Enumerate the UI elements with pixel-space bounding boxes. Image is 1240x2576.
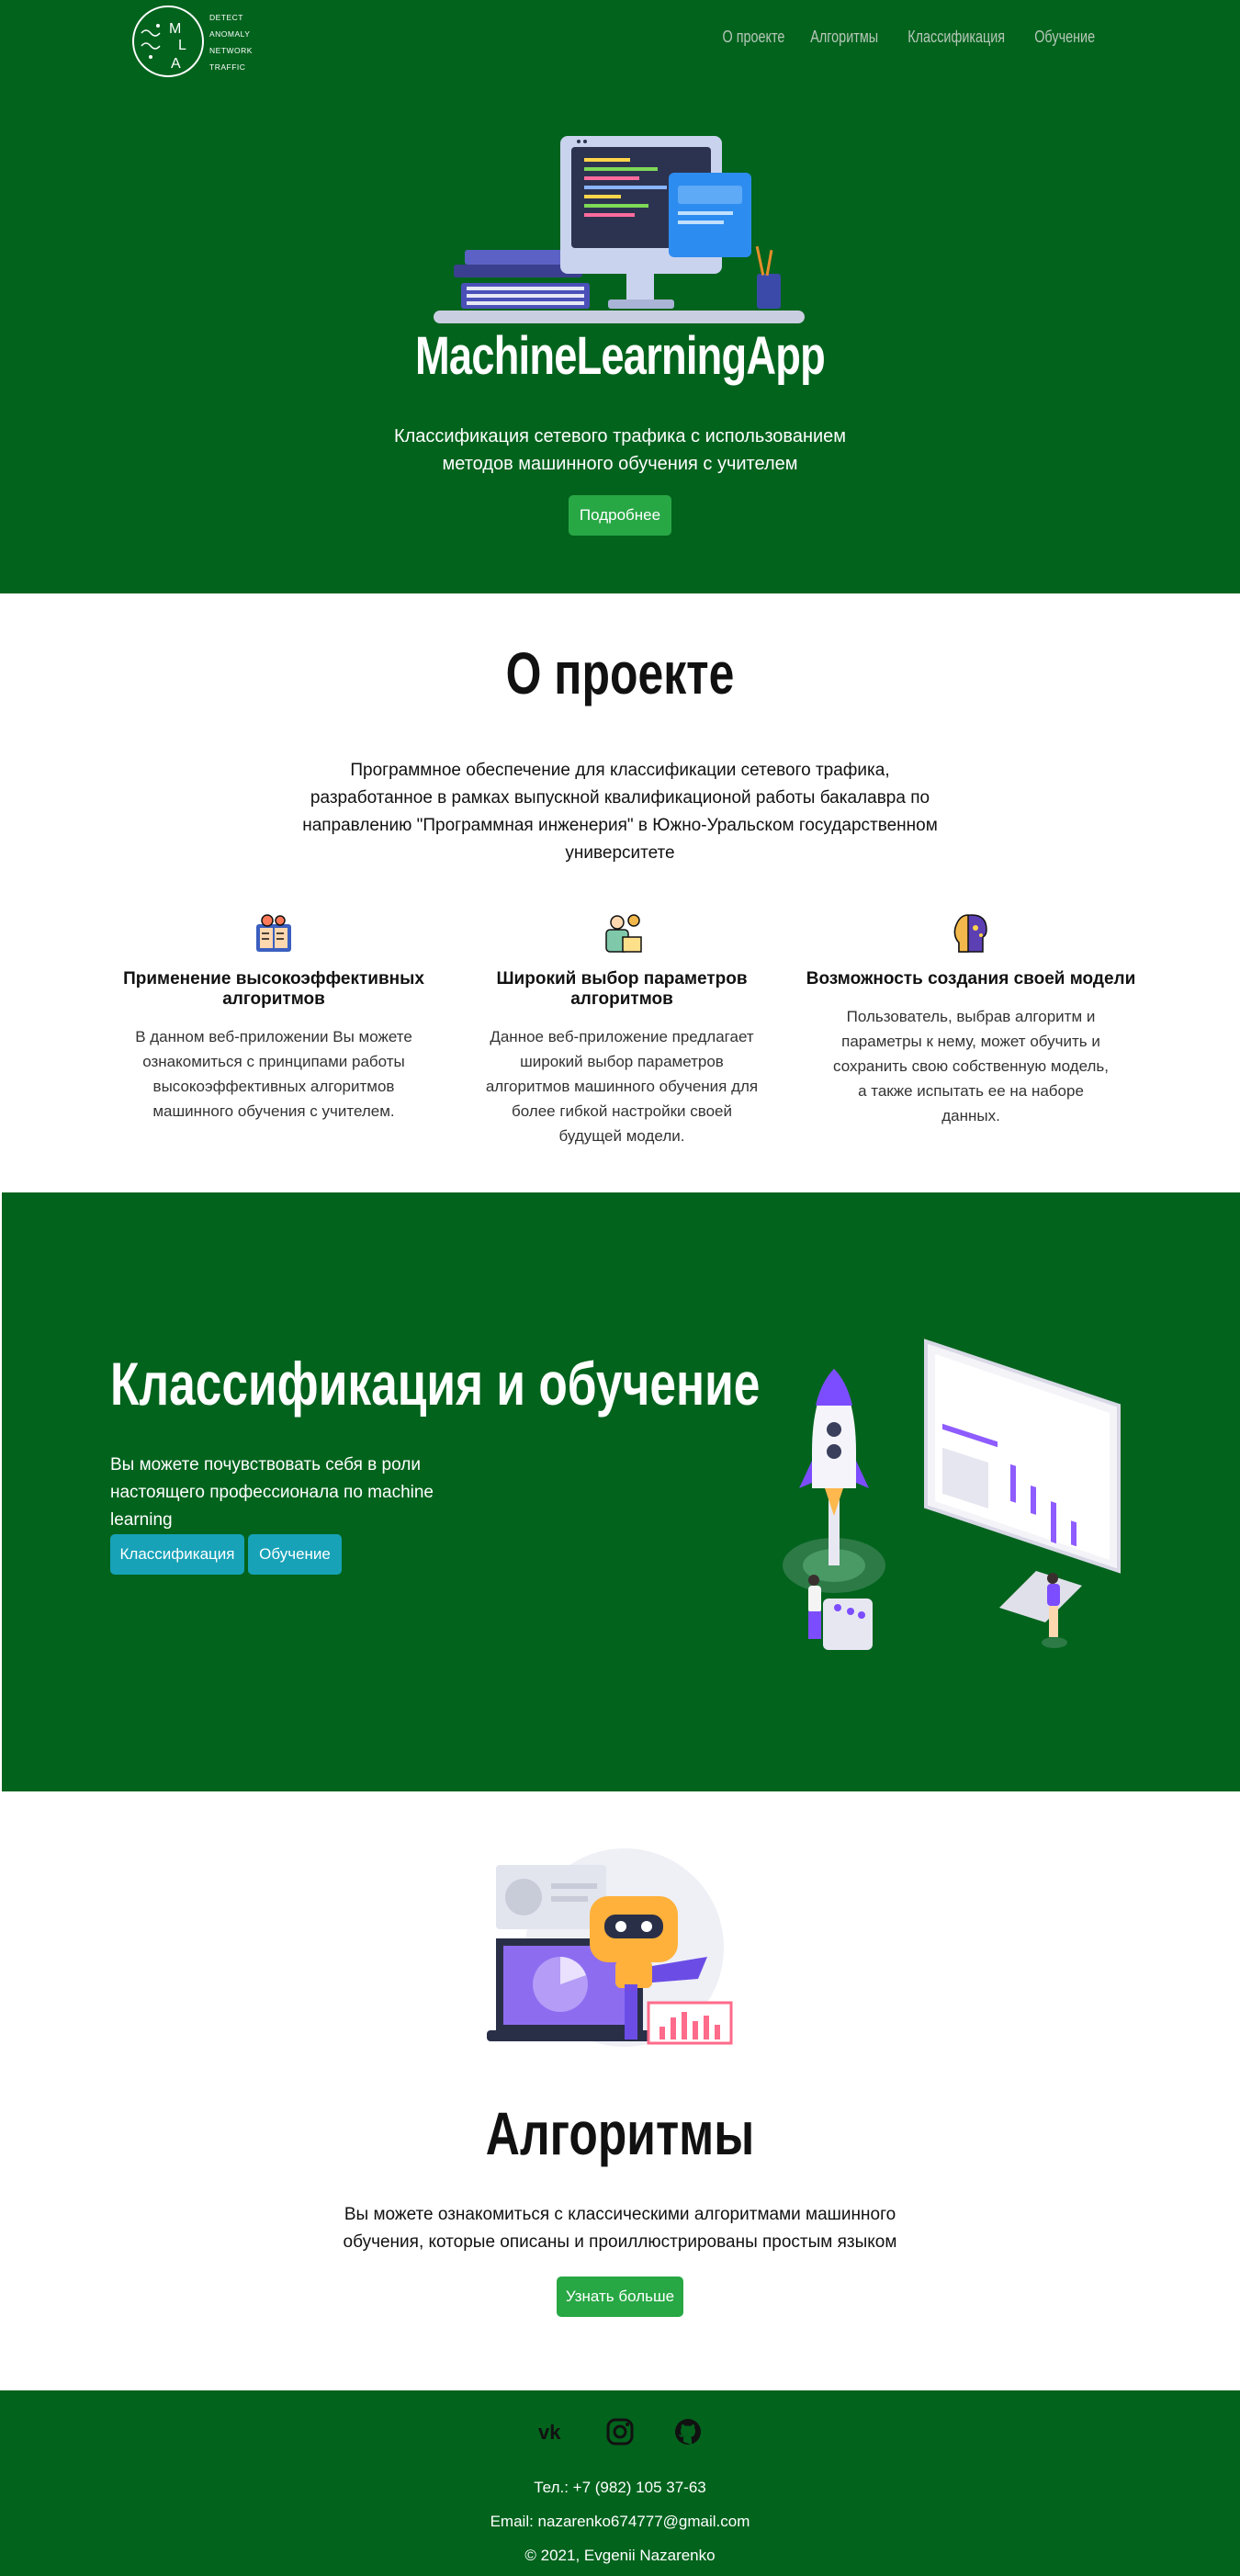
footer-phone: Тел.: +7 (982) 105 37-63 [534,2479,706,2496]
logo-letter-l: L [178,38,186,53]
site-logo[interactable]: M L A DETECT ANOMALY NETWORK TRAFFIC [132,6,261,79]
more-button[interactable]: Подробнее [569,495,671,536]
github-icon[interactable] [672,2416,704,2447]
classification-text: Вы можете почувствовать себя в роли наст… [110,1455,434,1530]
nav-link-classification[interactable]: Классификация [908,28,1006,47]
hero-subtitle: Классификация сетевого трафика с использ… [393,426,847,474]
workspace-illustration [434,136,805,323]
logo-word: ANOMALY [209,29,251,39]
main-nav: О проекте Алгоритмы Классификация Обучен… [715,28,1102,47]
feature-text: В данном веб-приложении Вы можете ознако… [135,1028,412,1120]
logo-word: DETECT [209,13,243,22]
classification-button[interactable]: Классификация [110,1534,244,1575]
about-title: О проекте [505,640,735,706]
logo-letter-m: M [169,21,181,37]
feature-card: Применение высокоэффективных алгоритмов … [108,911,439,1124]
about-section: О проекте Программное обеспечение для кл… [0,593,1240,1192]
hero-section: M L A DETECT ANOMALY NETWORK TRAFFIC О п… [0,0,1240,593]
training-button[interactable]: Обучение [248,1534,342,1575]
head-brain-icon [953,914,987,953]
rocket-dashboard-illustration [783,1339,1121,1650]
classification-title: Классификация и обучение [110,1350,761,1418]
logo-word: TRAFFIC [209,62,246,72]
classification-section: Классификация и обучение Вы можете почув… [2,1192,1240,1791]
learn-more-button[interactable]: Узнать больше [557,2277,683,2317]
book-gears-icon [256,914,291,952]
algorithms-text: Вы можете ознакомиться с классическими а… [343,2205,897,2252]
nav-link-about[interactable]: О проекте [723,28,785,47]
social-links: vk [0,2416,1240,2447]
feature-title: Широкий выбор параметров алгоритмов [496,969,748,1009]
logo-word: NETWORK [209,46,253,55]
nav-link-training[interactable]: Обучение [1034,28,1095,47]
footer-email[interactable]: Email: nazarenko674777@gmail.com [0,2513,1240,2531]
feature-card: Возможность создания своей модели Пользо… [806,911,1136,1128]
feature-title: Применение высокоэффективных алгоритмов [123,969,424,1009]
feature-text: Пользователь, выбрав алгоритм и параметр… [833,1008,1109,1124]
logo-mark-icon: M L A [141,21,186,72]
algorithms-section: Алгоритмы Вы можете ознакомиться с класс… [0,1791,1240,2390]
nav-link-algorithms[interactable]: Алгоритмы [810,28,878,47]
feature-card: Широкий выбор параметров алгоритмов Данн… [457,911,787,1148]
instagram-icon[interactable] [604,2416,636,2447]
robot-laptop-illustration [487,1848,733,2047]
logo-letter-a: A [171,56,181,72]
svg-text:vk: vk [538,2421,561,2444]
person-settings-icon [605,914,642,953]
about-text: Программное обеспечение для классификаци… [302,761,938,863]
logo-words: DETECT ANOMALY NETWORK TRAFFIC [209,9,253,75]
vk-icon[interactable]: vk [536,2416,568,2447]
algorithms-title: Алгоритмы [485,2099,755,2167]
feature-text: Данное веб-приложение предлагает широкий… [485,1028,759,1145]
feature-title: Возможность создания своей модели [806,969,1136,989]
hero-title: MachineLearningApp [415,326,826,386]
footer: vk Тел.: +7 (982) 105 37-63 Email: nazar… [0,2390,1240,2576]
footer-copyright: © 2021, Evgenii Nazarenko [524,2547,716,2564]
